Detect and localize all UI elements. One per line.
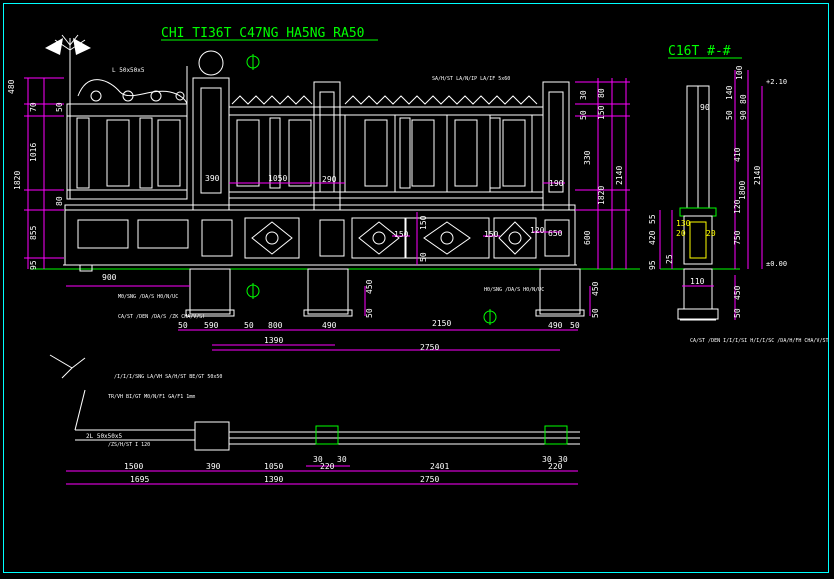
svg-text:1695: 1695	[130, 475, 149, 484]
svg-text:2140: 2140	[753, 166, 762, 185]
svg-text:50: 50	[419, 252, 428, 262]
section-note: CA/ST /DEN I/I/I/SI H/I/I/SC /DA/H/FH CH…	[690, 338, 828, 344]
svg-text:390: 390	[205, 174, 220, 183]
svg-text:120: 120	[530, 226, 545, 235]
svg-text:150: 150	[597, 105, 606, 120]
svg-text:2750: 2750	[420, 343, 439, 352]
level-base: ±0.00	[766, 260, 787, 268]
svg-text:2401: 2401	[430, 462, 449, 471]
fence-pickets	[76, 95, 538, 192]
svg-text:1050: 1050	[264, 462, 283, 471]
svg-text:TR/VH BI/GT M0/N/F1 GA/F1 1mm: TR/VH BI/GT M0/N/F1 GA/F1 1mm	[108, 394, 195, 400]
svg-text:140: 140	[725, 85, 734, 100]
svg-text:490: 490	[322, 321, 337, 330]
svg-text:H0/SNG /DA/S H0/N/UC: H0/SNG /DA/S H0/N/UC	[484, 287, 544, 293]
svg-text:95: 95	[29, 260, 38, 270]
svg-text:1016: 1016	[29, 143, 38, 162]
svg-text:80: 80	[739, 94, 748, 104]
main-title: CHI TI36T C47NG HA5NG RA50	[161, 26, 365, 41]
svg-text:50: 50	[365, 308, 374, 318]
svg-text:M0/SNG /DA/S H0/N/UC: M0/SNG /DA/S H0/N/UC	[118, 294, 178, 300]
svg-text:650: 650	[548, 229, 563, 238]
section-dim-texts: 100 140 80 90 90 50 410 1800 2140 120 55…	[648, 65, 828, 344]
svg-text:220: 220	[320, 462, 335, 471]
svg-text:480: 480	[7, 79, 16, 94]
svg-text:1820: 1820	[13, 171, 22, 190]
svg-text:50: 50	[591, 308, 600, 318]
svg-text:20: 20	[676, 229, 686, 238]
svg-text:1050: 1050	[268, 174, 287, 183]
svg-text:420: 420	[648, 230, 657, 245]
svg-text:/ZS/H/ST I 120: /ZS/H/ST I 120	[108, 442, 150, 448]
svg-text:150: 150	[484, 230, 499, 239]
dimension-lines	[24, 77, 630, 351]
svg-text:120: 120	[733, 199, 742, 214]
svg-text:90: 90	[700, 103, 710, 112]
cad-drawing-canvas: CHI TI36T C47NG HA5NG RA50 C16T #-# 480 …	[0, 0, 834, 579]
svg-text:390: 390	[206, 462, 221, 471]
svg-text:490: 490	[548, 321, 563, 330]
svg-text:50: 50	[570, 321, 580, 330]
svg-text:CA/ST /DEN /DA/S /ZK CHA/V/ST: CA/ST /DEN /DA/S /ZK CHA/V/ST	[118, 314, 205, 320]
svg-text:30: 30	[337, 455, 347, 464]
svg-text:330: 330	[583, 150, 592, 165]
svg-text:900: 900	[102, 273, 117, 282]
svg-text:2150: 2150	[432, 319, 451, 328]
svg-text:1820: 1820	[597, 186, 606, 205]
svg-text:90: 90	[739, 110, 748, 120]
svg-text:410: 410	[733, 147, 742, 162]
svg-text:50: 50	[579, 110, 588, 120]
svg-text:1500: 1500	[124, 462, 143, 471]
svg-text:1800: 1800	[738, 181, 747, 200]
section-title: C16T #-#	[668, 44, 731, 59]
top-note: SA/H/ST LA/N/IP LA/IF 5x60	[432, 76, 510, 82]
svg-text:110: 110	[690, 277, 705, 286]
svg-text:855: 855	[29, 225, 38, 240]
svg-text:50: 50	[178, 321, 188, 330]
svg-text:1390: 1390	[264, 336, 283, 345]
svg-text:450: 450	[365, 279, 374, 294]
svg-text:30: 30	[579, 90, 588, 100]
finial-label: L 50x50x5	[112, 67, 145, 74]
svg-text:150: 150	[394, 230, 409, 239]
svg-text:190: 190	[549, 179, 564, 188]
svg-text:130: 130	[676, 219, 691, 228]
plan-dim-texts: 1500 390 1050 30 30 2401 30 30 220 220 1…	[86, 374, 568, 484]
level-top: +2.10	[766, 78, 787, 86]
svg-text:70: 70	[29, 102, 38, 112]
svg-text:80: 80	[597, 88, 606, 98]
svg-text:290: 290	[322, 175, 337, 184]
svg-text:600: 600	[583, 230, 592, 245]
svg-text:/I/I/I/SNG LA/VH SA/H/ST BE/GT: /I/I/I/SNG LA/VH SA/H/ST BE/GT 50x50	[114, 374, 222, 380]
svg-text:100: 100	[735, 65, 744, 80]
svg-text:2140: 2140	[615, 166, 624, 185]
svg-text:590: 590	[204, 321, 219, 330]
svg-text:25: 25	[665, 254, 674, 264]
plan-view	[49, 354, 580, 451]
svg-text:150: 150	[419, 215, 428, 230]
svg-text:750: 750	[733, 230, 742, 245]
drawing-svg: CHI TI36T C47NG HA5NG RA50 C16T #-# 480 …	[7, 26, 828, 485]
svg-text:800: 800	[268, 321, 283, 330]
svg-text:450: 450	[733, 285, 742, 300]
svg-text:1390: 1390	[264, 475, 283, 484]
svg-text:2L 50x50x5: 2L 50x50x5	[86, 433, 123, 440]
svg-text:50: 50	[733, 308, 742, 318]
svg-text:50: 50	[244, 321, 254, 330]
svg-text:20: 20	[706, 229, 716, 238]
svg-text:50: 50	[725, 110, 734, 120]
svg-text:55: 55	[648, 214, 657, 224]
svg-text:2750: 2750	[420, 475, 439, 484]
svg-text:450: 450	[591, 281, 600, 296]
svg-text:220: 220	[548, 462, 563, 471]
svg-text:50: 50	[55, 102, 64, 112]
svg-text:95: 95	[648, 260, 657, 270]
svg-text:80: 80	[55, 196, 64, 206]
